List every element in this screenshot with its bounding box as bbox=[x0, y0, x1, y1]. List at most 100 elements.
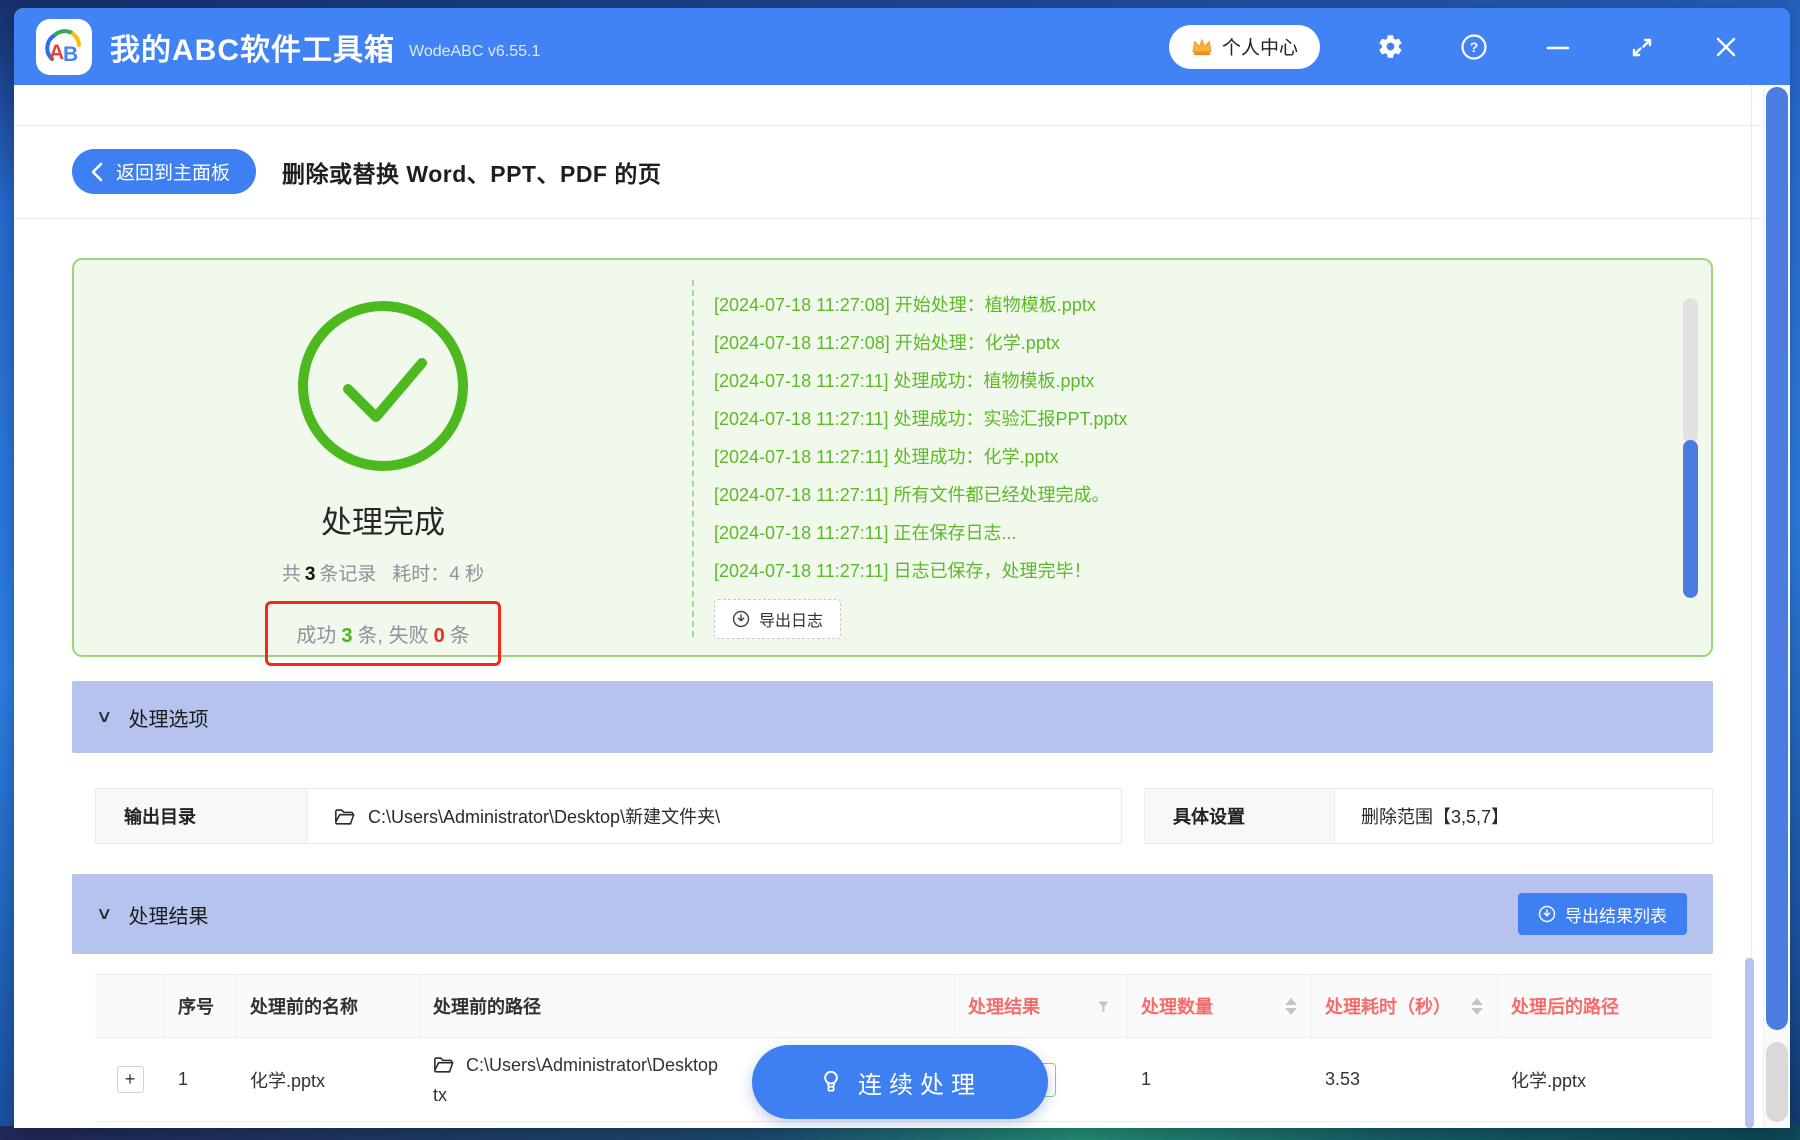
abc-logo-icon: A B bbox=[45, 28, 81, 66]
header-result[interactable]: 处理结果 bbox=[955, 975, 1128, 1037]
success-count: 3 bbox=[341, 625, 353, 647]
row-path-line1: C:\Users\Administrator\Desktop bbox=[466, 1054, 719, 1075]
table-scrollbar-thumb[interactable] bbox=[1745, 958, 1754, 1128]
output-dir-path: C:\Users\Administrator\Desktop\新建文件夹\ bbox=[368, 807, 721, 827]
log-line: [2024-07-18 11:27:11] 日志已保存，处理完毕！ bbox=[714, 561, 1092, 581]
settings-label: 具体设置 bbox=[1145, 789, 1335, 843]
continue-processing-button[interactable]: 连续处理 bbox=[752, 1045, 1048, 1119]
close-button[interactable] bbox=[1684, 34, 1768, 60]
export-log-button[interactable]: 导出日志 bbox=[714, 599, 842, 639]
maximize-button[interactable] bbox=[1600, 34, 1684, 60]
svg-text:A: A bbox=[49, 41, 64, 64]
help-icon: ? bbox=[1461, 33, 1487, 60]
download-icon bbox=[732, 610, 750, 628]
export-result-list-button[interactable]: 导出结果列表 bbox=[1518, 893, 1687, 935]
folder-icon bbox=[335, 808, 355, 825]
app-window: A B 我的ABC软件工具箱 WodeABC v6.55.1 个人中心 ? 返回… bbox=[14, 8, 1790, 1128]
sort-arrows-icon[interactable] bbox=[1471, 997, 1483, 1015]
settings-value: 删除范围【3,5,7】 bbox=[1361, 807, 1510, 827]
log-line: [2024-07-18 11:27:11] 正在保存日志... bbox=[714, 523, 1017, 543]
panel-scrollbar-track bbox=[1683, 298, 1698, 443]
section-processing-options[interactable]: ∨ 处理选项 bbox=[72, 681, 1713, 753]
output-dir-value: C:\Users\Administrator\Desktop\新建文件夹\ bbox=[308, 789, 1121, 843]
log-line: [2024-07-18 11:27:08] 开始处理：植物模板.pptx bbox=[714, 295, 1096, 315]
header-path-before: 处理前的路径 bbox=[420, 975, 955, 1037]
panel-scrollbar-thumb[interactable] bbox=[1683, 440, 1698, 598]
balloon-launch-icon bbox=[824, 1070, 838, 1092]
elapsed-value: 4 bbox=[449, 564, 460, 585]
header-count[interactable]: 处理数量 bbox=[1128, 975, 1312, 1037]
status-title: 处理完成 bbox=[321, 505, 445, 540]
log-line: [2024-07-18 11:27:08] 开始处理：化学.pptx bbox=[714, 333, 1060, 353]
main-content: 返回到主面板 删除或替换 Word、PPT、PDF 的页 处理完成 共 3 条记录 … bbox=[14, 85, 1790, 1128]
log-area: [2024-07-18 11:27:08] 开始处理：植物模板.pptx [20… bbox=[692, 280, 1651, 639]
header-time-label: 处理耗时（秒） bbox=[1325, 997, 1451, 1017]
header-index: 序号 bbox=[165, 975, 237, 1037]
options-section-title: 处理选项 bbox=[128, 708, 209, 731]
chevron-down-icon: ∨ bbox=[95, 904, 113, 923]
app-version: WodeABC v6.55.1 bbox=[409, 42, 541, 60]
fail-count: 0 bbox=[433, 625, 445, 647]
result-summary: 处理完成 共 3 条记录 耗时：4 秒 成功 3 条, 失败 0 条 bbox=[74, 260, 692, 666]
export-log-label: 导出日志 bbox=[759, 613, 824, 630]
summary-line: 共 3 条记录 耗时：4 秒 bbox=[281, 564, 485, 585]
page-title: 删除或替换 Word、PPT、PDF 的页 bbox=[282, 160, 662, 187]
total-count: 3 bbox=[304, 564, 316, 585]
expand-row-button[interactable]: + bbox=[116, 1066, 144, 1093]
back-button-label: 返回到主面板 bbox=[116, 163, 231, 184]
log-line: [2024-07-18 11:27:11] 处理成功：化学.pptx bbox=[714, 447, 1059, 467]
page-header: 返回到主面板 删除或替换 Word、PPT、PDF 的页 bbox=[14, 126, 1790, 219]
row-count: 1 bbox=[1141, 1069, 1152, 1089]
header-result-label: 处理结果 bbox=[968, 997, 1040, 1017]
gear-icon bbox=[1378, 35, 1401, 58]
app-logo: A B bbox=[36, 18, 92, 75]
folder-icon bbox=[434, 1057, 454, 1073]
output-dir-label: 输出目录 bbox=[96, 789, 308, 843]
chevron-left-icon bbox=[91, 162, 103, 181]
header-count-label: 处理数量 bbox=[1141, 997, 1213, 1017]
panel-scrollbar[interactable] bbox=[1683, 298, 1698, 598]
resize-icon bbox=[1632, 38, 1652, 56]
chevron-down-icon: ∨ bbox=[95, 707, 113, 726]
download-icon bbox=[1538, 905, 1556, 923]
options-row: 输出目录 C:\Users\Administrator\Desktop\新建文件… bbox=[95, 788, 1713, 844]
log-line: [2024-07-18 11:27:11] 所有文件都已经处理完成。 bbox=[714, 485, 1110, 505]
crown-icon bbox=[1192, 38, 1212, 55]
help-button[interactable]: ? bbox=[1432, 33, 1516, 61]
header-name-before: 处理前的名称 bbox=[237, 975, 420, 1037]
table-header-row: 序号 处理前的名称 处理前的路径 处理结果 处理数量 处理耗时（秒） 处理后的路… bbox=[95, 974, 1713, 1038]
section-processing-results[interactable]: ∨ 处理结果 导出结果列表 bbox=[72, 874, 1713, 954]
user-center-label: 个人中心 bbox=[1221, 38, 1298, 59]
success-check-icon bbox=[298, 301, 468, 471]
sort-arrows-icon[interactable] bbox=[1285, 997, 1297, 1015]
continue-processing-label: 连续处理 bbox=[858, 1071, 982, 1099]
row-name: 化学.pptx bbox=[250, 1070, 326, 1091]
back-to-dashboard-button[interactable]: 返回到主面板 bbox=[72, 149, 257, 194]
header-time[interactable]: 处理耗时（秒） bbox=[1312, 975, 1498, 1037]
header-expand bbox=[95, 975, 165, 1037]
main-scrollbar[interactable] bbox=[1763, 85, 1790, 1128]
content-top-strip bbox=[14, 85, 1790, 126]
minimize-button[interactable] bbox=[1516, 34, 1600, 60]
titlebar: A B 我的ABC软件工具箱 WodeABC v6.55.1 个人中心 ? bbox=[14, 8, 1790, 85]
log-line: [2024-07-18 11:27:11] 处理成功：实验汇报PPT.pptx bbox=[714, 409, 1128, 429]
main-scrollbar-thumb[interactable] bbox=[1766, 87, 1788, 1030]
result-panel: 处理完成 共 3 条记录 耗时：4 秒 成功 3 条, 失败 0 条 [2024-07-18… bbox=[72, 258, 1713, 666]
row-time: 3.53 bbox=[1325, 1069, 1361, 1089]
row-path-after: 化学.pptx bbox=[1511, 1070, 1587, 1091]
secondary-scrollbar-thumb[interactable] bbox=[1766, 1042, 1788, 1122]
settings-button[interactable] bbox=[1348, 33, 1432, 60]
minimize-icon bbox=[1546, 46, 1570, 49]
header-path-after: 处理后的路径 bbox=[1511, 997, 1619, 1017]
success-fail-box: 成功 3 条, 失败 0 条 bbox=[265, 601, 501, 666]
svg-text:B: B bbox=[63, 43, 78, 66]
log-line: [2024-07-18 11:27:11] 处理成功：植物模板.pptx bbox=[714, 371, 1095, 391]
row-index: 1 bbox=[178, 1069, 189, 1089]
desktop-wallpaper-strip bbox=[0, 1126, 1800, 1140]
export-result-list-label: 导出结果列表 bbox=[1565, 906, 1667, 926]
svg-text:?: ? bbox=[1470, 39, 1479, 55]
filter-icon[interactable] bbox=[1096, 999, 1111, 1014]
app-title: 我的ABC软件工具箱 bbox=[110, 33, 395, 67]
results-section-title: 处理结果 bbox=[128, 905, 209, 928]
user-center-button[interactable]: 个人中心 bbox=[1168, 24, 1320, 69]
